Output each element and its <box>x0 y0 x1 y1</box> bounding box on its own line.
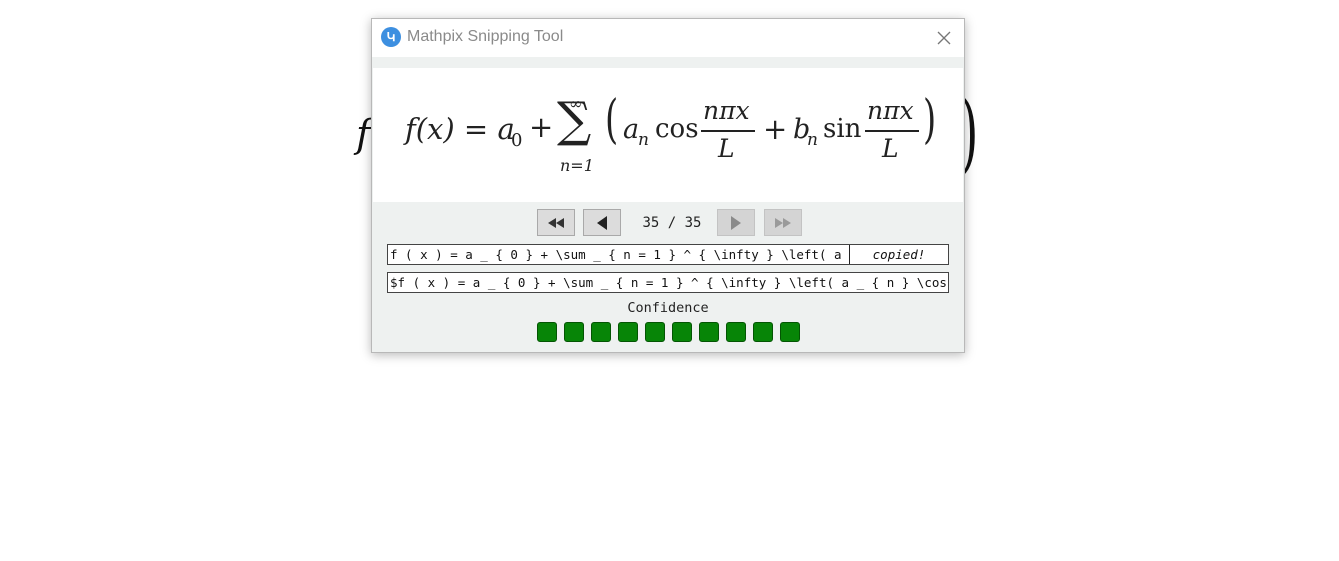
formula-bn-subscript: n <box>807 130 818 150</box>
formula-lhs: f(x) = a <box>405 112 515 146</box>
right-arrow-icon <box>731 215 741 230</box>
confidence-square <box>672 322 692 342</box>
rendered-formula-panel: f(x) = a 0 + ∞ ∑ n=1 ( a n cos nπx L + b… <box>373 68 963 202</box>
formula-left-paren: ( <box>605 90 619 150</box>
title-bar[interactable]: Կ Mathpix Snipping Tool <box>372 19 964 57</box>
confidence-square <box>726 322 746 342</box>
latex-raw-field[interactable]: f ( x ) = a _ { 0 } + \sum _ { n = 1 } ^… <box>387 244 949 265</box>
mathpix-logo-icon: Կ <box>381 27 401 47</box>
confidence-square <box>591 322 611 342</box>
confidence-square <box>645 322 665 342</box>
last-result-button[interactable] <box>764 209 802 236</box>
formula-plus-2: + <box>763 112 788 146</box>
formula-fraction-bar-2 <box>865 130 919 132</box>
confidence-square <box>618 322 638 342</box>
close-icon <box>937 31 951 45</box>
latex-inline-field[interactable]: $f ( x ) = a _ { 0 } + \sum _ { n = 1 } … <box>387 272 949 293</box>
formula-denominator-2: L <box>882 134 899 163</box>
confidence-square <box>564 322 584 342</box>
formula-sum-sign: ∑ <box>557 92 592 148</box>
confidence-square <box>780 322 800 342</box>
confidence-label: Confidence <box>627 300 709 316</box>
result-counter: 35 / 35 <box>642 215 702 231</box>
window-title: Mathpix Snipping Tool <box>407 28 564 45</box>
next-result-button[interactable] <box>717 209 755 236</box>
mathpix-window: Կ Mathpix Snipping Tool f(x) = a 0 + ∞ ∑… <box>371 18 965 353</box>
formula-fraction-bar-1 <box>701 130 755 132</box>
formula-an: a <box>623 114 640 145</box>
formula-an-subscript: n <box>638 130 649 150</box>
formula-a0-subscript: 0 <box>511 130 523 151</box>
copied-indicator: copied! <box>849 245 948 264</box>
formula-sum-lower: n=1 <box>560 156 594 175</box>
double-right-arrow-icon <box>775 217 791 228</box>
confidence-square <box>699 322 719 342</box>
left-arrow-icon <box>597 215 607 230</box>
close-button[interactable] <box>930 25 958 51</box>
formula-numerator-1: nπx <box>703 96 750 125</box>
formula-numerator-2: nπx <box>867 96 914 125</box>
latex-inline-text: $f ( x ) = a _ { 0 } + \sum _ { n = 1 } … <box>390 275 948 290</box>
formula-sin: sin <box>823 114 862 144</box>
previous-result-button[interactable] <box>583 209 621 236</box>
formula-right-paren: ) <box>923 90 937 150</box>
formula-cos: cos <box>655 114 699 144</box>
formula-plus: + <box>529 110 554 144</box>
confidence-square <box>537 322 557 342</box>
formula-denominator-1: L <box>718 134 735 163</box>
background-formula-f: f <box>356 112 371 156</box>
confidence-meter <box>537 322 800 342</box>
double-left-arrow-icon <box>548 217 564 228</box>
first-result-button[interactable] <box>537 209 575 236</box>
confidence-square <box>753 322 773 342</box>
